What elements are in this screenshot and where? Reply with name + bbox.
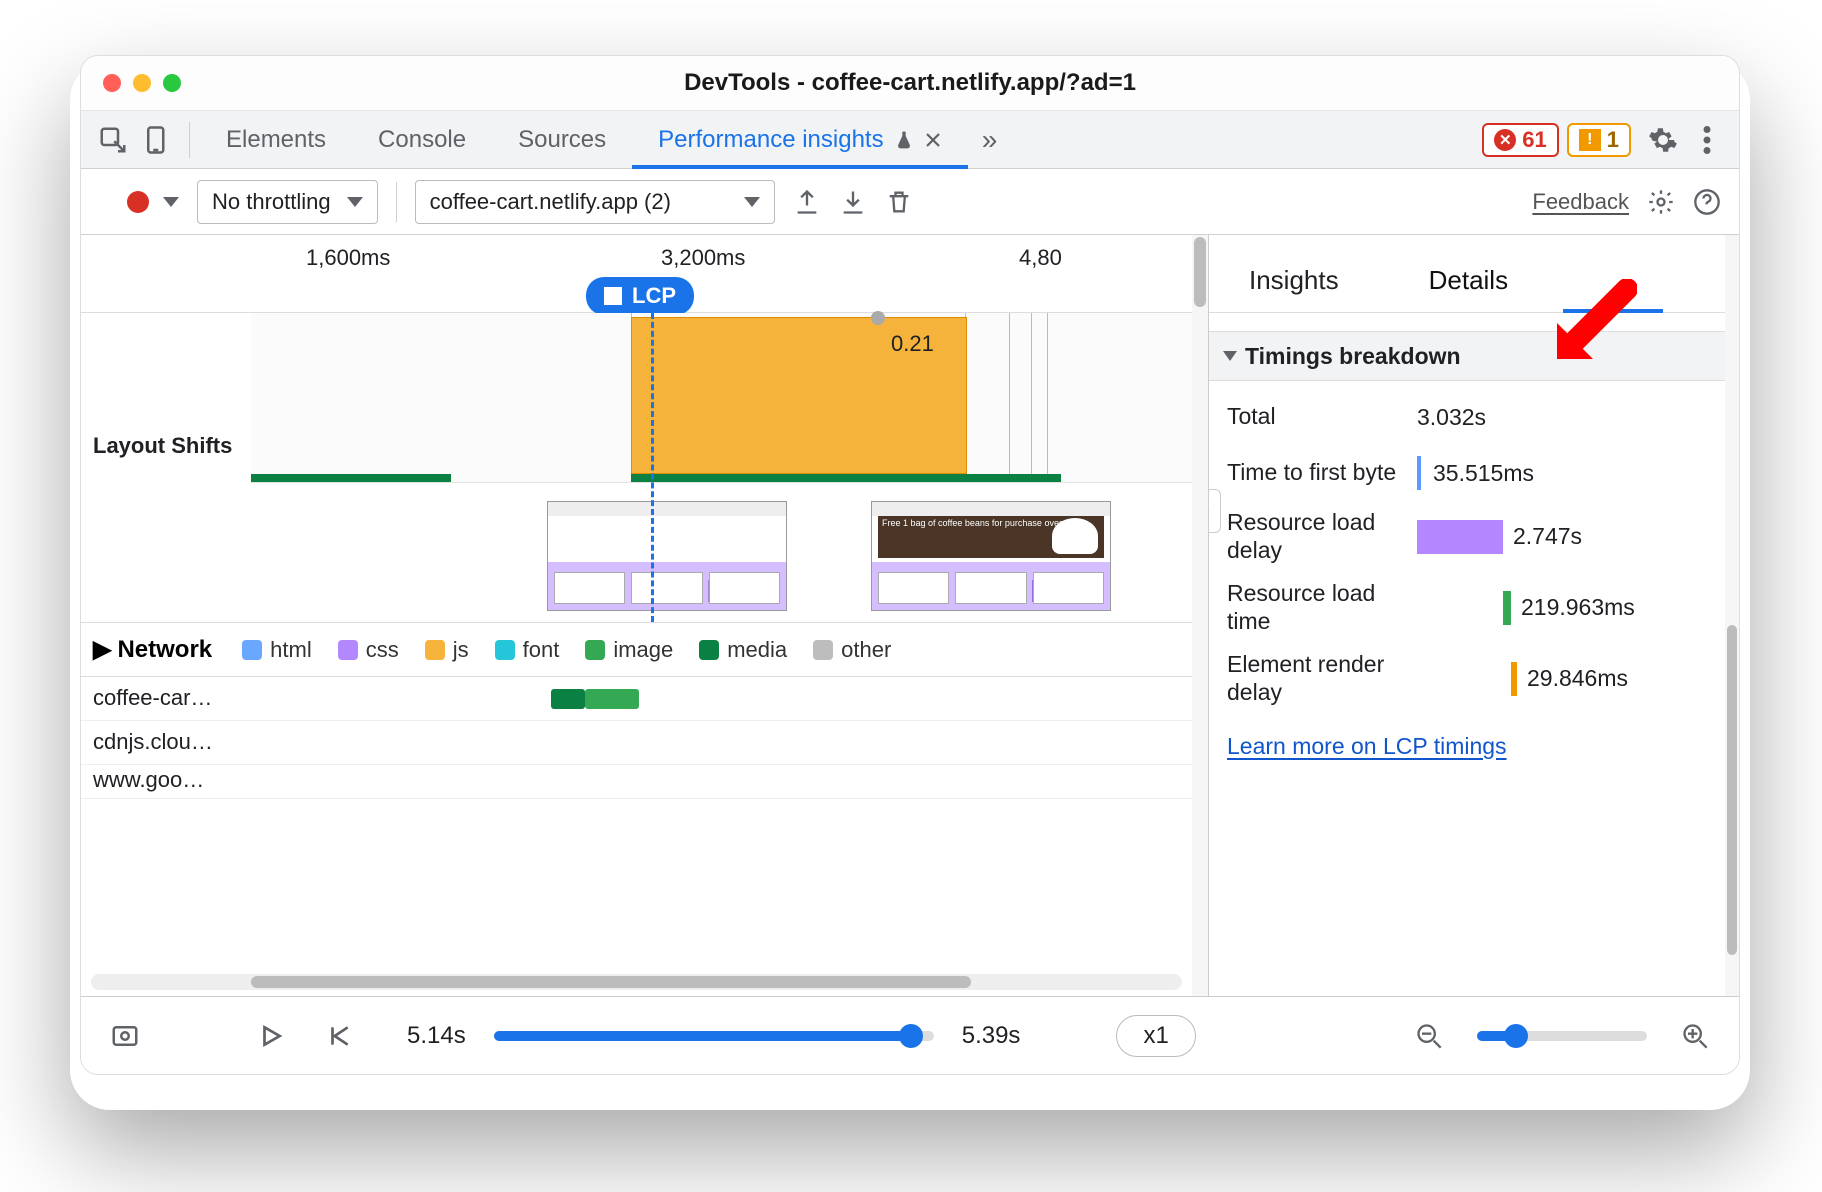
timeline-panel: 1,600ms 3,200ms 4,80 LCP Layout Shifts (81, 235, 1209, 996)
timing-row-ttfb: Time to first byte 35.515ms (1227, 445, 1721, 501)
learn-more-link[interactable]: Learn more on LCP timings (1227, 733, 1507, 760)
window-close-button[interactable] (103, 74, 121, 92)
player-current-time: 5.14s (407, 1022, 466, 1050)
square-icon (604, 287, 622, 305)
playhead[interactable] (651, 313, 654, 622)
timing-row-load-time: Resource load time 219.963ms (1227, 572, 1721, 643)
devtools-window: DevTools - coffee-cart.netlify.app/?ad=1… (80, 55, 1740, 1075)
expand-icon: ▶ (93, 635, 111, 664)
network-track-header[interactable]: ▶ Network html css js font image media o… (81, 623, 1192, 677)
request-host: cdnjs.clou… (93, 729, 243, 755)
close-icon[interactable] (924, 131, 942, 149)
play-icon[interactable] (251, 1016, 291, 1056)
player-total-time: 5.39s (962, 1022, 1021, 1050)
vertical-scrollbar[interactable] (1192, 235, 1208, 996)
timings-rows: Total 3.032s Time to first byte 35.515ms… (1209, 381, 1739, 715)
timings-breakdown-header[interactable]: Timings breakdown (1209, 331, 1739, 381)
request-host: coffee-car… (93, 685, 243, 711)
panel-settings-icon[interactable] (1647, 188, 1675, 216)
flask-icon (894, 130, 914, 150)
time-ruler[interactable]: 1,600ms 3,200ms 4,80 LCP (81, 235, 1192, 313)
timing-row-total: Total 3.032s (1227, 389, 1721, 445)
recording-value: coffee-cart.netlify.app (2) (430, 189, 671, 215)
vertical-scrollbar[interactable] (1725, 235, 1739, 996)
tab-console[interactable]: Console (352, 111, 492, 168)
chevron-down-icon (744, 197, 760, 207)
more-tabs-icon[interactable]: » (968, 118, 1012, 162)
export-icon[interactable] (793, 188, 821, 216)
help-icon[interactable] (1693, 188, 1721, 216)
tab-label: Performance insights (658, 126, 883, 154)
promo-text: Free 1 bag of coffee beans for purchase … (882, 518, 1082, 528)
tab-label: Console (378, 126, 466, 154)
import-icon[interactable] (839, 188, 867, 216)
filmstrip-frame[interactable] (547, 501, 787, 611)
horizontal-scrollbar[interactable] (91, 974, 1182, 990)
filmstrip: Free 1 bag of coffee beans for purchase … (251, 501, 1192, 617)
player-scrubber[interactable] (494, 1031, 934, 1041)
annotation-arrow-icon (1547, 279, 1637, 369)
playback-speed[interactable]: x1 (1116, 1015, 1195, 1057)
track-label: Layout Shifts (81, 313, 251, 622)
ruler-tick: 1,600ms (306, 245, 390, 271)
chevron-down-icon (347, 197, 363, 207)
window-titlebar: DevTools - coffee-cart.netlify.app/?ad=1 (81, 56, 1739, 111)
settings-icon[interactable] (1641, 118, 1685, 162)
chevron-down-icon (1223, 351, 1237, 361)
inspect-element-icon[interactable] (91, 118, 135, 162)
preview-icon[interactable] (105, 1016, 145, 1056)
network-row[interactable]: cdnjs.clou… (81, 721, 1192, 765)
filmstrip-frame[interactable]: Free 1 bag of coffee beans for purchase … (871, 501, 1111, 611)
replay-toolbar: 5.14s 5.39s x1 (81, 996, 1739, 1074)
tab-label: Sources (518, 126, 606, 154)
cls-value: 0.21 (891, 331, 934, 357)
network-row[interactable]: coffee-car… (81, 677, 1192, 721)
throttling-select[interactable]: No throttling (197, 180, 378, 224)
ruler-tick: 3,200ms (661, 245, 745, 271)
warning-count-badge[interactable]: ! 1 (1567, 123, 1631, 157)
tab-elements[interactable]: Elements (200, 111, 352, 168)
feedback-link[interactable]: Feedback (1532, 189, 1629, 215)
window-zoom-button[interactable] (163, 74, 181, 92)
device-toolbar-icon[interactable] (135, 118, 179, 162)
throttling-value: No throttling (212, 189, 331, 215)
tab-sources[interactable]: Sources (492, 111, 632, 168)
error-count: 61 (1522, 127, 1546, 153)
window-title: DevTools - coffee-cart.netlify.app/?ad=1 (81, 69, 1739, 97)
record-button[interactable] (127, 191, 149, 213)
request-host: www.goo… (93, 767, 243, 793)
zoom-out-icon[interactable] (1409, 1016, 1449, 1056)
zoom-slider[interactable] (1477, 1031, 1647, 1041)
panel-tabbar: Elements Console Sources Performance ins… (81, 111, 1739, 169)
lcp-label: LCP (632, 283, 676, 309)
lcp-marker[interactable]: LCP (586, 277, 694, 315)
collapse-panel-icon[interactable]: › (1209, 489, 1221, 533)
layout-shifts-track: Layout Shifts (81, 313, 1192, 623)
network-legend: html css js font image media other (242, 637, 891, 663)
record-dropdown-icon[interactable] (163, 197, 179, 207)
tab-label: Elements (226, 126, 326, 154)
error-icon: ✕ (1494, 129, 1516, 151)
network-label: Network (117, 636, 212, 664)
error-count-badge[interactable]: ✕ 61 (1482, 123, 1558, 157)
tab-performance-insights[interactable]: Performance insights (632, 111, 967, 168)
warning-count: 1 (1607, 127, 1619, 153)
tab-insights[interactable]: Insights (1249, 265, 1339, 312)
rewind-start-icon[interactable] (319, 1016, 359, 1056)
network-row[interactable]: www.goo… (81, 765, 1192, 799)
timing-row-render-delay: Element render delay 29.846ms (1227, 643, 1721, 714)
insights-toolbar: No throttling coffee-cart.netlify.app (2… (81, 169, 1739, 235)
timing-row-load-delay: Resource load delay 2.747s (1227, 501, 1721, 572)
right-tabbar: Insights Details (1209, 235, 1739, 313)
section-title: Timings breakdown (1245, 343, 1461, 370)
zoom-in-icon[interactable] (1675, 1016, 1715, 1056)
insights-panel: › Insights Details Timings breakdown (1209, 235, 1739, 996)
window-minimize-button[interactable] (133, 74, 151, 92)
delete-icon[interactable] (885, 188, 913, 216)
ruler-tick: 4,80 (1019, 245, 1062, 271)
warning-icon: ! (1579, 129, 1601, 151)
kebab-menu-icon[interactable] (1685, 118, 1729, 162)
tab-details[interactable]: Details (1429, 265, 1508, 312)
recording-select[interactable]: coffee-cart.netlify.app (2) (415, 180, 775, 224)
